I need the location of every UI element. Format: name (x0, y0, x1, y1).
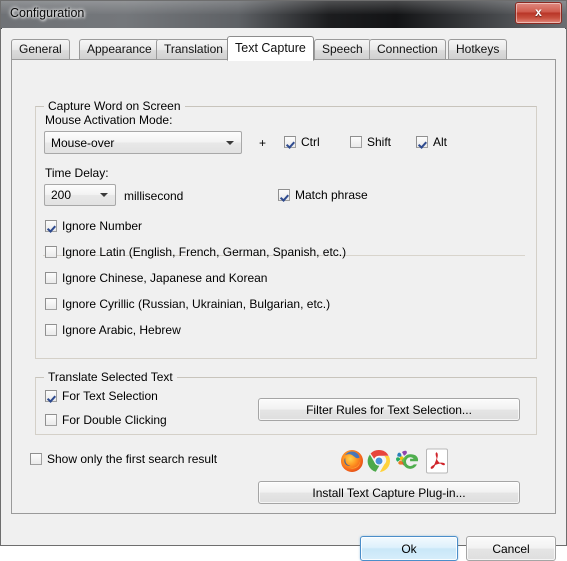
checkbox-shift[interactable]: Shift (350, 135, 391, 149)
group-translate-legend: Translate Selected Text (44, 370, 177, 384)
checkbox-ignore-latin[interactable]: Ignore Latin (English, French, German, S… (45, 245, 346, 259)
checkbox-show-first-result-label: Show only the first search result (47, 452, 218, 466)
adobe-acrobat-icon[interactable] (425, 448, 449, 474)
checkbox-ignore-latin-label: Ignore Latin (English, French, German, S… (62, 245, 347, 259)
checkbox-for-text-selection[interactable]: For Text Selection (45, 389, 158, 403)
filter-rules-button-label: Filter Rules for Text Selection... (306, 402, 472, 417)
install-plugin-button[interactable]: Install Text Capture Plug-in... (258, 481, 520, 504)
mouse-activation-mode-label: Mouse Activation Mode: (45, 113, 173, 127)
tab-strip: General Appearance Translation Text Capt… (11, 36, 556, 61)
tab-hotkeys[interactable]: Hotkeys (448, 39, 508, 60)
install-plugin-button-label: Install Text Capture Plug-in... (312, 485, 466, 500)
checkbox-for-double-clicking-label: For Double Clicking (62, 413, 167, 427)
ok-button[interactable]: Ok (360, 536, 458, 561)
tab-text-capture[interactable]: Text Capture (227, 36, 314, 61)
group-capture-legend: Capture Word on Screen (44, 99, 185, 113)
checkbox-match-phrase[interactable]: Match phrase (278, 188, 368, 202)
checkbox-alt-box (416, 136, 428, 148)
checkbox-alt-label: Alt (433, 135, 448, 149)
tab-translation[interactable]: Translation (156, 39, 231, 60)
firefox-icon[interactable] (340, 449, 364, 473)
checkbox-show-first-result[interactable]: Show only the first search result (30, 452, 217, 466)
checkbox-ignore-cyrillic[interactable]: Ignore Cyrillic (Russian, Ukrainian, Bul… (45, 297, 330, 311)
checkbox-ignore-cjk-box (45, 272, 57, 284)
checkbox-ignore-arabic-hebrew[interactable]: Ignore Arabic, Hebrew (45, 323, 181, 337)
checkbox-ignore-number-box (45, 220, 57, 232)
checkbox-match-phrase-box (278, 189, 290, 201)
checkbox-ignore-latin-box (45, 246, 57, 258)
checkbox-ctrl-label: Ctrl (301, 135, 320, 149)
filter-rules-button[interactable]: Filter Rules for Text Selection... (258, 398, 520, 421)
chevron-down-icon (100, 193, 108, 197)
time-delay-label: Time Delay: (45, 166, 109, 180)
checkbox-ignore-cjk-label: Ignore Chinese, Japanese and Korean (62, 271, 268, 285)
checkbox-for-double-clicking[interactable]: For Double Clicking (45, 413, 167, 427)
checkbox-ctrl[interactable]: Ctrl (284, 135, 320, 149)
window-title: Configuration (10, 6, 85, 20)
dialog-client-area: General Appearance Translation Text Capt… (2, 28, 565, 561)
time-delay-value: 200 (51, 188, 72, 202)
internet-explorer-icon[interactable] (394, 449, 419, 473)
supported-apps-icon-row (340, 447, 460, 475)
time-delay-combo[interactable]: 200 (44, 184, 116, 206)
checkbox-ignore-cyrillic-box (45, 298, 57, 310)
checkbox-ctrl-box (284, 136, 296, 148)
checkbox-for-double-clicking-box (45, 414, 57, 426)
chevron-down-icon (226, 140, 234, 145)
mouse-activation-mode-value: Mouse-over (51, 135, 115, 150)
cancel-button[interactable]: Cancel (466, 536, 556, 561)
checkbox-match-phrase-label: Match phrase (295, 188, 368, 202)
chrome-icon[interactable] (367, 449, 391, 473)
checkbox-shift-label: Shift (367, 135, 392, 149)
tab-appearance[interactable]: Appearance (79, 39, 160, 60)
checkbox-show-first-result-box (30, 453, 42, 465)
tab-general[interactable]: General (11, 39, 70, 60)
tab-speech[interactable]: Speech (314, 39, 371, 60)
configuration-window: Configuration x General Appearance Trans… (0, 0, 567, 561)
close-icon: x (535, 5, 542, 19)
ok-button-label: Ok (401, 541, 417, 556)
checkbox-for-text-selection-box (45, 390, 57, 402)
close-button[interactable]: x (515, 2, 562, 24)
checkbox-ignore-arabic-hebrew-label: Ignore Arabic, Hebrew (62, 323, 181, 337)
mouse-activation-mode-combo[interactable]: Mouse-over (44, 131, 242, 154)
checkbox-ignore-number-label: Ignore Number (62, 219, 143, 233)
checkbox-ignore-cjk[interactable]: Ignore Chinese, Japanese and Korean (45, 271, 267, 285)
cancel-button-label: Cancel (492, 541, 530, 556)
checkbox-for-text-selection-label: For Text Selection (62, 389, 158, 403)
checkbox-alt[interactable]: Alt (416, 135, 447, 149)
tab-connection[interactable]: Connection (369, 39, 446, 60)
time-delay-unit-label: millisecond (124, 189, 184, 203)
plus-sign: + (259, 136, 267, 150)
tab-page-text-capture: Capture Word on Screen Mouse Activation … (11, 59, 556, 514)
checkbox-shift-box (350, 136, 362, 148)
title-bar: Configuration x (1, 1, 566, 29)
checkbox-ignore-cyrillic-label: Ignore Cyrillic (Russian, Ukrainian, Bul… (62, 297, 331, 311)
checkbox-ignore-arabic-hebrew-box (45, 324, 57, 336)
checkbox-ignore-number[interactable]: Ignore Number (45, 219, 142, 233)
